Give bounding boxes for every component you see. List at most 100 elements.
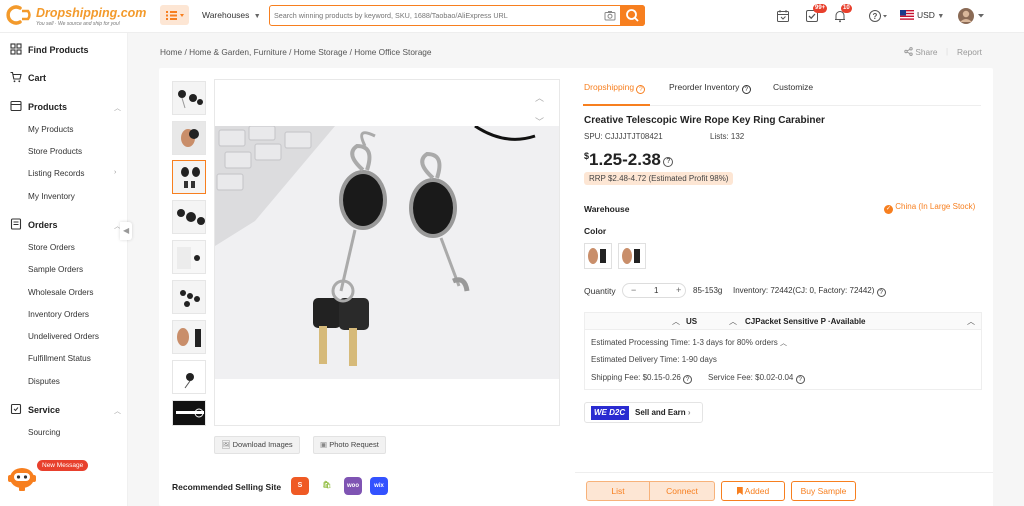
thumbnail[interactable] bbox=[172, 81, 206, 115]
color-option[interactable] bbox=[618, 243, 646, 269]
product-title: Creative Telescopic Wire Rope Key Ring C… bbox=[584, 115, 825, 126]
d2c-logo: WE D2C bbox=[591, 406, 629, 420]
wix-icon[interactable]: wix bbox=[370, 477, 388, 495]
d2c-label: Sell and Earn › bbox=[635, 408, 691, 417]
sidebar-item-inventory-orders[interactable]: Inventory Orders bbox=[28, 310, 89, 319]
help-icon[interactable]: ? bbox=[636, 85, 646, 94]
avatar[interactable] bbox=[957, 7, 987, 25]
sidebar-service-label: Service bbox=[28, 405, 61, 415]
service-fee: Service Fee: $0.02-0.04 ? bbox=[708, 373, 805, 384]
breadcrumb-item[interactable]: Home Storage bbox=[294, 47, 348, 57]
connect-button[interactable]: Connect bbox=[650, 481, 715, 501]
breadcrumb-item[interactable]: Home & Garden, Furniture bbox=[189, 47, 287, 57]
product-lists: Lists: 132 bbox=[710, 132, 744, 141]
thumbnail[interactable] bbox=[172, 400, 206, 426]
sidebar-item-store-orders[interactable]: Store Orders bbox=[28, 243, 75, 252]
download-images-button[interactable]: 🖼 Download Images bbox=[214, 436, 300, 454]
tab-customize[interactable]: Customize bbox=[773, 82, 813, 92]
help-icon[interactable]: ? bbox=[663, 157, 674, 167]
sidebar-item-my-inventory[interactable]: My Inventory bbox=[28, 192, 75, 201]
sidebar-item-fulfillment-status[interactable]: Fulfillment Status bbox=[28, 354, 91, 363]
thumbnail[interactable] bbox=[172, 200, 206, 234]
shopify-icon[interactable]: S bbox=[291, 477, 309, 495]
chevron-up-icon[interactable]: ︿ bbox=[780, 340, 787, 347]
camera-icon[interactable] bbox=[604, 10, 616, 21]
sidebar-item-listing-records[interactable]: Listing Records bbox=[28, 169, 84, 178]
photo-request-button[interactable]: ▣ Photo Request bbox=[313, 436, 386, 454]
thumbnail[interactable] bbox=[172, 360, 206, 394]
added-button[interactable]: Added bbox=[721, 481, 785, 501]
sidebar-item-store-products[interactable]: Store Products bbox=[28, 147, 82, 156]
thumbnail[interactable] bbox=[172, 280, 206, 314]
color-option[interactable] bbox=[584, 243, 612, 269]
sidebar-find-products-label: Find Products bbox=[28, 45, 89, 55]
logo[interactable]: Dropshipping.com You sell · We source an… bbox=[6, 4, 146, 28]
tab-preorder-inventory[interactable]: Preorder Inventory ? bbox=[669, 82, 751, 94]
help-icon[interactable]: ? bbox=[876, 288, 886, 297]
share-icon bbox=[904, 47, 913, 57]
report-button[interactable]: Report bbox=[957, 47, 982, 57]
sidebar-item-wholesale-orders[interactable]: Wholesale Orders bbox=[28, 288, 94, 297]
sidebar-item-sourcing[interactable]: Sourcing bbox=[28, 428, 60, 437]
thumbnail[interactable] bbox=[172, 121, 206, 155]
delivery-time: Estimated Delivery Time: 1-90 days bbox=[591, 355, 717, 364]
sidebar-collapse-toggle[interactable]: ◀ bbox=[120, 222, 132, 240]
woocommerce-icon[interactable]: woo bbox=[344, 477, 362, 495]
sidebar-item-sample-orders[interactable]: Sample Orders bbox=[28, 265, 83, 274]
active-tab-indicator bbox=[583, 104, 650, 106]
breadcrumb-sep: / bbox=[184, 47, 187, 57]
quantity-input[interactable]: 1 bbox=[654, 286, 658, 295]
tab-dropshipping[interactable]: Dropshipping ? bbox=[584, 82, 646, 94]
bell-badge: 10 bbox=[841, 4, 852, 13]
bell-icon[interactable]: 10 bbox=[833, 4, 853, 23]
breadcrumb-item[interactable]: Home bbox=[160, 47, 182, 57]
chevron-up-icon[interactable]: ︿ bbox=[114, 406, 121, 416]
quantity-decrement-button[interactable]: − bbox=[631, 285, 636, 295]
sidebar-item-disputes[interactable]: Disputes bbox=[28, 377, 60, 386]
help-icon[interactable]: ? bbox=[683, 375, 693, 384]
warehouse-option[interactable]: ✓ China (In Large Stock) bbox=[884, 202, 975, 214]
rrp-badge: RRP $2.48-4.72 (Estimated Profit 98%) bbox=[584, 172, 734, 185]
chat-bot-icon[interactable] bbox=[6, 462, 38, 492]
quantity-increment-button[interactable]: + bbox=[676, 285, 681, 295]
help-icon[interactable]: ? bbox=[868, 9, 890, 23]
help-icon[interactable]: ? bbox=[795, 375, 805, 384]
chevron-down-icon: ▼ bbox=[253, 13, 261, 20]
search-input[interactable] bbox=[274, 7, 604, 24]
search-icon bbox=[620, 5, 645, 26]
sidebar-item-undelivered-orders[interactable]: Undelivered Orders bbox=[28, 332, 99, 341]
list-button[interactable]: List bbox=[586, 481, 650, 501]
inventory-info: Inventory: 72442(CJ: 0, Factory: 72442) … bbox=[733, 286, 886, 297]
warehouse-select[interactable]: Warehouses ▼ bbox=[202, 10, 261, 20]
chevron-right-icon[interactable]: › bbox=[114, 169, 116, 176]
sidebar-item-my-products[interactable]: My Products bbox=[28, 125, 74, 134]
shipping-method-select[interactable]: CJPacket Sensitive P ·Available bbox=[745, 317, 866, 326]
search-button[interactable] bbox=[620, 5, 645, 26]
help-icon[interactable]: ? bbox=[741, 85, 751, 94]
breadcrumb-item[interactable]: Home Office Storage bbox=[354, 47, 431, 57]
thumbnail-selected[interactable] bbox=[172, 160, 206, 194]
shipping-country-select[interactable]: US bbox=[686, 317, 697, 326]
grid-icon bbox=[10, 43, 22, 55]
share-button[interactable]: Share bbox=[904, 47, 937, 57]
chevron-up-icon[interactable]: ︿ bbox=[114, 103, 121, 113]
chevron-up-icon[interactable]: ︿ bbox=[535, 91, 544, 104]
shopify-bag-icon[interactable]: 🛍 bbox=[318, 477, 336, 495]
search-bar bbox=[269, 5, 645, 26]
orders-icon bbox=[10, 218, 22, 230]
thumbnail[interactable] bbox=[172, 240, 206, 274]
currency-select[interactable]: USD ▼ bbox=[917, 10, 944, 20]
chevron-up-icon[interactable]: ︿ bbox=[967, 316, 975, 327]
chevron-up-icon[interactable]: ︿ bbox=[672, 316, 680, 327]
calendar-icon[interactable] bbox=[776, 9, 790, 23]
thumbnail[interactable] bbox=[172, 320, 206, 354]
chevron-up-icon[interactable]: ︿ bbox=[729, 316, 737, 327]
product-image[interactable] bbox=[215, 126, 559, 379]
menu-icon[interactable] bbox=[160, 5, 189, 25]
task-check-icon[interactable]: 99+ bbox=[805, 4, 828, 23]
d2c-sell-and-earn-button[interactable]: WE D2C Sell and Earn › bbox=[584, 402, 703, 423]
buy-sample-button[interactable]: Buy Sample bbox=[791, 481, 856, 501]
divider: | bbox=[946, 47, 949, 56]
new-message-badge[interactable]: New Message bbox=[37, 460, 89, 471]
chevron-down-icon: ▼ bbox=[937, 13, 945, 20]
